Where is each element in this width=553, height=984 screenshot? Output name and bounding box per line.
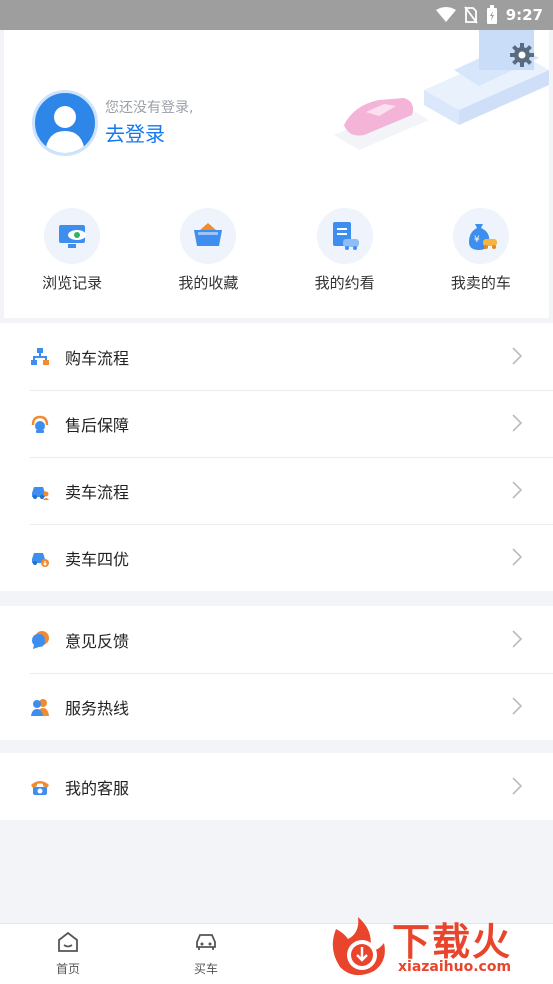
chat-bubble-icon bbox=[32, 631, 49, 649]
nav-label: 买车 bbox=[193, 962, 218, 976]
moneybag-car-icon: ¥ bbox=[452, 208, 509, 264]
monitor-eye-icon bbox=[44, 208, 101, 264]
nav-home[interactable]: 首页 bbox=[38, 930, 98, 977]
menu-item-service-hotline[interactable]: 服务热线 bbox=[0, 673, 553, 740]
menu-item-after-sales[interactable]: 售后保障 bbox=[0, 390, 553, 457]
status-time: 9:27 bbox=[505, 6, 543, 24]
car-person-icon bbox=[32, 487, 49, 500]
home-icon bbox=[58, 931, 78, 952]
chevron-right-icon bbox=[512, 481, 523, 499]
profile-header: 您还没有登录, 去登录 浏览记录 我的收藏 我的约看 ¥ 我卖的车 bbox=[4, 30, 549, 318]
chevron-right-icon bbox=[512, 347, 523, 365]
menu-item-label: 服务热线 bbox=[65, 699, 130, 718]
menu-item-label: 意见反馈 bbox=[65, 632, 130, 651]
wifi-icon bbox=[435, 7, 456, 22]
phone-icon bbox=[31, 781, 49, 795]
quick-appointments[interactable]: 我的约看 bbox=[277, 208, 413, 298]
menu-item-selling-advantages[interactable]: 卖车四优 bbox=[0, 524, 553, 591]
chevron-right-icon bbox=[512, 697, 523, 715]
chevron-right-icon bbox=[512, 548, 523, 566]
menu-item-purchase-process[interactable]: 购车流程 bbox=[0, 323, 553, 390]
menu-item-label: 卖车流程 bbox=[65, 483, 130, 502]
battery-icon bbox=[486, 5, 497, 24]
quick-browse-history[interactable]: 浏览记录 bbox=[4, 208, 140, 298]
chevron-right-icon bbox=[512, 414, 523, 432]
avatar[interactable] bbox=[32, 90, 98, 156]
menu-group-service: 购车流程 售后保障 卖车流程 卖车四优 bbox=[0, 323, 553, 591]
nav-buy-car[interactable]: 买车 bbox=[176, 930, 236, 977]
chevron-right-icon bbox=[512, 630, 523, 648]
chevron-right-icon bbox=[512, 777, 523, 795]
quick-label: 我卖的车 bbox=[450, 274, 511, 292]
nav-label: 首页 bbox=[55, 962, 80, 976]
flame-logo-icon bbox=[332, 917, 385, 976]
watermark-logo: 下载火 xiazaihuo.com bbox=[326, 905, 553, 983]
menu-item-my-customer-service[interactable]: 我的客服 bbox=[0, 753, 553, 820]
menu-item-label: 购车流程 bbox=[65, 349, 130, 368]
quick-label: 我的收藏 bbox=[178, 274, 239, 292]
car-badge-icon bbox=[32, 553, 49, 567]
menu-group-support: 意见反馈 服务热线 bbox=[0, 606, 553, 740]
menu-item-label: 卖车四优 bbox=[65, 550, 130, 569]
quick-label: 浏览记录 bbox=[42, 274, 103, 292]
login-hint: 您还没有登录, bbox=[105, 100, 194, 116]
folder-star-icon bbox=[180, 208, 237, 264]
quick-favorites[interactable]: 我的收藏 bbox=[140, 208, 276, 298]
no-sim-icon bbox=[463, 6, 478, 24]
quick-my-sold-cars[interactable]: ¥ 我卖的车 bbox=[413, 208, 549, 298]
quick-actions: 浏览记录 我的收藏 我的约看 ¥ 我卖的车 bbox=[4, 208, 549, 298]
login-link[interactable]: 去登录 bbox=[105, 118, 165, 147]
menu-item-selling-process[interactable]: 卖车流程 bbox=[0, 457, 553, 524]
quick-label: 我的约看 bbox=[314, 274, 375, 292]
headset-icon bbox=[31, 415, 49, 433]
user-silhouette-icon bbox=[45, 106, 85, 153]
menu-item-label: 售后保障 bbox=[65, 416, 130, 435]
settings-gear-icon[interactable] bbox=[509, 42, 535, 68]
svg-text:¥: ¥ bbox=[474, 235, 480, 245]
document-car-icon bbox=[316, 208, 373, 264]
watermark-subtitle: xiazaihuo.com bbox=[398, 959, 512, 975]
flowchart-icon bbox=[31, 348, 49, 365]
watermark-title: 下载火 bbox=[392, 920, 513, 964]
car-icon bbox=[196, 934, 216, 950]
menu-item-feedback[interactable]: 意见反馈 bbox=[0, 606, 553, 673]
status-bar: 9:27 bbox=[0, 0, 553, 30]
menu-group-customer-service: 我的客服 bbox=[0, 753, 553, 820]
menu-item-label: 我的客服 bbox=[65, 779, 130, 798]
users-icon bbox=[31, 699, 49, 716]
